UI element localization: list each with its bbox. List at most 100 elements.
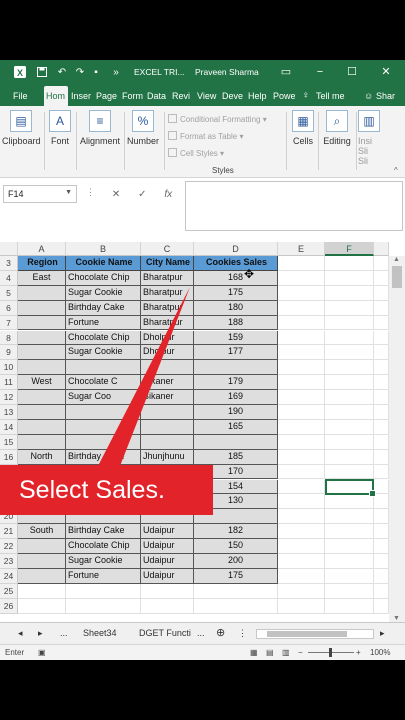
table-cell[interactable] [18, 419, 66, 435]
grid-cell[interactable] [278, 285, 325, 301]
conditional-formatting-button[interactable]: Conditional Formatting ▾ [168, 114, 267, 124]
grid-cell[interactable] [325, 390, 374, 405]
grid-cell[interactable] [374, 524, 389, 540]
add-sheet-icon[interactable]: ⊕ [216, 626, 225, 639]
grid-cell[interactable] [374, 539, 389, 554]
row-header[interactable]: 13 [0, 405, 18, 420]
table-cell[interactable]: Udaipur [141, 524, 194, 540]
table-cell[interactable] [18, 434, 66, 450]
grid-cell[interactable] [194, 583, 278, 599]
row-header[interactable]: 8 [0, 330, 18, 346]
table-cell[interactable] [18, 554, 66, 569]
grid-cell[interactable] [374, 583, 389, 599]
tab-view[interactable]: View [197, 86, 219, 106]
column-header-f[interactable]: F [325, 242, 374, 256]
grid-cell[interactable] [278, 434, 325, 450]
accessibility-icon[interactable]: ▣ [38, 648, 46, 657]
table-cell[interactable]: Dholpur [141, 330, 194, 346]
row-header[interactable]: 6 [0, 300, 18, 316]
table-cell[interactable]: Birthday Cake [66, 524, 141, 540]
table-cell[interactable] [18, 285, 66, 301]
table-cell[interactable]: 180 [194, 300, 278, 316]
camera-icon[interactable]: ▪ [90, 66, 102, 78]
grid-cell[interactable] [141, 598, 194, 614]
table-cell[interactable]: 188 [194, 315, 278, 331]
grid-cell[interactable] [374, 270, 389, 286]
grid-cell[interactable] [278, 598, 325, 614]
row-header[interactable]: 12 [0, 390, 18, 405]
maximize-button[interactable]: ☐ [344, 64, 360, 80]
page-break-view-icon[interactable]: ▥ [282, 648, 290, 657]
grid-cell[interactable] [278, 509, 325, 525]
grid-cell[interactable] [325, 449, 374, 465]
table-cell[interactable]: Chocolate C [66, 375, 141, 391]
grid-cell[interactable] [278, 524, 325, 540]
grid-cell[interactable] [278, 315, 325, 331]
table-cell[interactable]: South [18, 524, 66, 540]
grid-cell[interactable] [278, 479, 325, 495]
table-header-cell[interactable]: Region [18, 256, 66, 271]
tab-help[interactable]: Help [248, 86, 270, 106]
column-header-c[interactable]: C [141, 242, 194, 256]
grid-cell[interactable] [141, 583, 194, 599]
grid-cell[interactable] [374, 405, 389, 420]
table-cell[interactable] [141, 360, 194, 376]
undo-icon[interactable]: ↶ [56, 66, 68, 78]
table-header-cell[interactable]: Cookies Sales [194, 256, 278, 271]
grid-cell[interactable] [325, 524, 374, 540]
grid-cell[interactable] [374, 256, 389, 271]
grid-cell[interactable] [325, 494, 374, 510]
row-header[interactable]: 11 [0, 375, 18, 391]
grid-cell[interactable] [374, 598, 389, 614]
tab-formulas[interactable]: Form [122, 86, 143, 106]
table-cell[interactable]: Chocolate Chip [66, 330, 141, 346]
grid-cell[interactable] [278, 494, 325, 510]
table-cell[interactable]: Chocolate Chip [66, 270, 141, 286]
grid-cell[interactable] [325, 509, 374, 525]
name-box[interactable]: F14 ▼ [3, 185, 77, 203]
tab-review[interactable]: Revi [172, 86, 194, 106]
name-box-dropdown-icon[interactable]: ▼ [65, 189, 72, 196]
share-button[interactable]: Shar [376, 86, 405, 106]
worksheet-grid[interactable]: A B C D E F 3 Region Cookie Name City Name C… [0, 242, 405, 622]
grid-cell[interactable] [374, 360, 389, 376]
grid-cell[interactable] [374, 330, 389, 346]
tab-split-icon[interactable]: ⋮ [238, 628, 247, 639]
sheet-tab-dget[interactable]: DGET Functi [139, 628, 191, 638]
table-cell[interactable]: 177 [194, 345, 278, 361]
grid-cell[interactable] [278, 345, 325, 361]
table-cell[interactable]: Bharatpur [141, 315, 194, 331]
table-header-cell[interactable]: City Name [141, 256, 194, 271]
minimize-button[interactable]: − [312, 64, 328, 80]
tab-home[interactable]: Hom [44, 86, 68, 106]
grid-cell[interactable] [374, 419, 389, 435]
table-cell[interactable]: Bikaner [141, 375, 194, 391]
zoom-level[interactable]: 100% [370, 648, 390, 657]
row-header[interactable]: 9 [0, 345, 18, 361]
table-cell[interactable] [141, 419, 194, 435]
ribbon-display-icon[interactable]: ▭ [278, 64, 294, 80]
cells-group[interactable]: ▦ Cells [290, 110, 316, 146]
row-header[interactable]: 26 [0, 598, 18, 614]
tab-insert[interactable]: Inser [71, 86, 93, 106]
row-header[interactable]: 15 [0, 434, 18, 450]
table-cell[interactable]: Udaipur [141, 539, 194, 554]
grid-cell[interactable] [325, 285, 374, 301]
table-cell[interactable]: 150 [194, 539, 278, 554]
tab-data[interactable]: Data [147, 86, 169, 106]
table-cell[interactable] [141, 405, 194, 420]
column-header-a[interactable]: A [18, 242, 66, 256]
grid-cell[interactable] [278, 405, 325, 420]
sheets-more-left[interactable]: ... [60, 628, 68, 638]
table-cell[interactable] [18, 330, 66, 346]
table-cell[interactable]: East [18, 270, 66, 286]
table-cell[interactable]: Fortune [66, 568, 141, 584]
table-cell[interactable]: Bharatpur [141, 270, 194, 286]
cancel-icon[interactable]: ✕ [112, 189, 120, 200]
grid-cell[interactable] [374, 494, 389, 510]
table-cell[interactable] [18, 300, 66, 316]
table-cell[interactable] [66, 360, 141, 376]
table-cell[interactable]: North [18, 449, 66, 465]
table-cell[interactable]: 165 [194, 419, 278, 435]
row-header[interactable]: 21 [0, 524, 18, 540]
